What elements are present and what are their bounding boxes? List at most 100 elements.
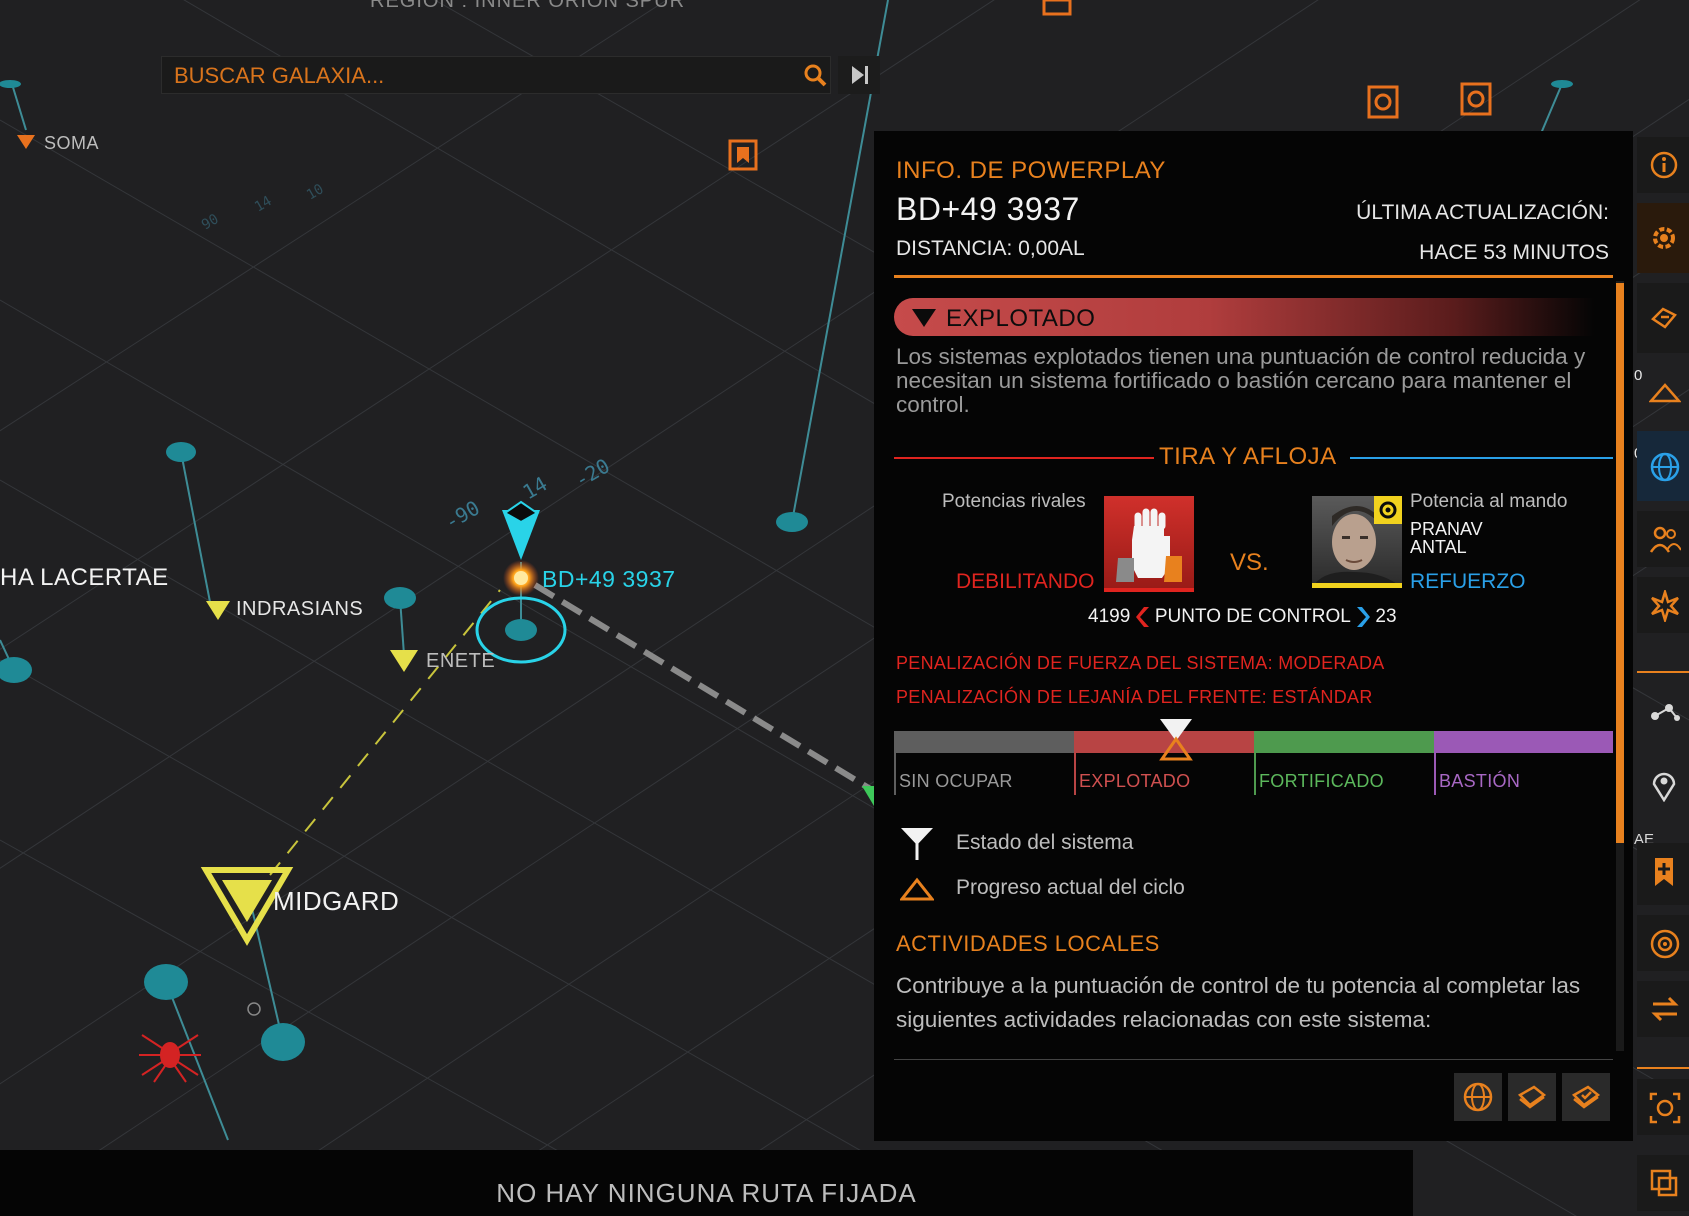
tug-of-war-title: TIRA Y AFLOJA	[1159, 443, 1337, 470]
system-label-ha-lacertae[interactable]: HA LACERTAE	[0, 564, 169, 592]
sidebar-target-button[interactable]	[1637, 915, 1689, 971]
penalty-system-strength: PENALIZACIÓN DE FUERZA DEL SISTEMA: MODE…	[896, 653, 1385, 673]
target-icon	[1650, 929, 1680, 959]
system-label-midgard[interactable]: MIDGARD	[273, 886, 399, 917]
state-segment-unoccupied	[894, 731, 1074, 753]
crosshair-icon	[1649, 1092, 1681, 1124]
skip-end-icon	[852, 66, 868, 84]
control-points-ruler: 23	[1375, 606, 1397, 627]
legend-cycle-progress: Progreso actual del ciclo	[956, 876, 1185, 899]
globe-icon	[1463, 1082, 1493, 1112]
versus-label: VS.	[1230, 549, 1269, 576]
penalty-frontline-distance: PENALIZACIÓN DE LEJANÍA DEL FRENTE: ESTÁ…	[896, 687, 1373, 707]
book-icon	[1517, 1085, 1547, 1109]
map-filter-sidebar: 0 0 AE	[1634, 131, 1689, 1216]
rival-state: DEBILITANDO	[956, 570, 1095, 593]
info-icon	[1650, 151, 1678, 179]
sidebar-galaxy-button[interactable]	[1637, 431, 1689, 501]
galaxy-view-button[interactable]	[1454, 1073, 1502, 1121]
map-pin-icon	[1652, 772, 1676, 802]
state-label-fortified: FORTIFICADO	[1259, 771, 1384, 791]
last-update-label: ÚLTIMA ACTUALIZACIÓN:	[1356, 201, 1609, 224]
last-update-value: HACE 53 MINUTOS	[1419, 241, 1609, 264]
ruling-power-state: REFUERZO	[1410, 570, 1526, 593]
export-icon	[1650, 1169, 1678, 1197]
sidebar-bookmarks-button[interactable]	[1637, 843, 1689, 905]
control-points-row: 4199 PUNTO DE CONTROL 23	[1088, 606, 1397, 628]
book-check-icon	[1571, 1085, 1601, 1109]
skip-to-end-button[interactable]	[838, 56, 880, 94]
burst-icon	[1651, 590, 1679, 622]
raised-fist-icon	[1116, 508, 1182, 582]
state-segment-fortified	[1254, 731, 1434, 753]
sidebar-location-button[interactable]	[1637, 757, 1689, 813]
sidebar-focus-button[interactable]	[1637, 1079, 1689, 1135]
control-state-bar: SIN OCUPAR EXPLOTADO FORTIFICADO BASTIÓN	[894, 719, 1613, 795]
chevron-left-icon	[1135, 607, 1149, 627]
ruling-power-portrait[interactable]	[1312, 496, 1402, 588]
route-status-text: NO HAY NINGUNA RUTA FIJADA	[496, 1178, 917, 1208]
system-state-banner: EXPLOTADO	[894, 298, 1594, 336]
cycle-progress-legend-icon	[900, 877, 934, 901]
sidebar-route-button[interactable]	[1637, 283, 1689, 353]
control-points-label: PUNTO DE CONTROL	[1154, 606, 1351, 627]
state-label-stronghold: BASTIÓN	[1439, 771, 1521, 791]
sidebar-powerplay-button[interactable]	[1637, 203, 1689, 273]
system-label-enete[interactable]: ENETE	[426, 650, 495, 673]
sidebar-trade-button[interactable]	[1637, 981, 1689, 1037]
local-activities-title: ACTIVIDADES LOCALES	[896, 931, 1160, 956]
system-label-soma[interactable]: SOMA	[44, 133, 99, 154]
search-input[interactable]	[172, 61, 776, 91]
ruling-gear-icon	[1374, 496, 1402, 524]
powerplay-info-panel: INFO. DE POWERPLAY BD+49 3937 DISTANCIA:…	[874, 131, 1633, 1141]
state-segment-stronghold	[1434, 731, 1613, 753]
bookmark-add-icon	[1655, 858, 1673, 886]
system-label-selected[interactable]: BD+49 3937	[542, 566, 676, 593]
tent-icon	[1649, 383, 1681, 403]
header-divider	[894, 275, 1613, 278]
panel-title: INFO. DE POWERPLAY	[896, 157, 1166, 184]
tug-divider-left	[894, 457, 1154, 459]
distance-readout: DISTANCIA: 0,00AL	[896, 237, 1085, 261]
activities-divider	[894, 1059, 1613, 1060]
chevron-right-icon	[1357, 607, 1371, 627]
search-icon[interactable]	[802, 62, 828, 88]
region-label: REGION : INNER ORION SPUR	[370, 0, 686, 12]
sidebar-export-button[interactable]	[1637, 1155, 1689, 1211]
local-activities-description: Contribuye a la puntuación de control de…	[896, 973, 1581, 1032]
distance-label: DISTANCIA:	[896, 237, 1013, 260]
system-state-marker-icon	[1159, 719, 1193, 761]
users-icon	[1649, 526, 1681, 553]
codex-button[interactable]	[1508, 1073, 1556, 1121]
route-status-bar: NO HAY NINGUNA RUTA FIJADA	[0, 1150, 1413, 1216]
control-points-rival: 4199	[1088, 606, 1131, 627]
rival-powers-label: Potencias rivales	[942, 491, 1086, 512]
state-triangle-icon	[912, 309, 936, 327]
sidebar-combat-button[interactable]	[1637, 577, 1689, 633]
tug-divider-right	[1350, 457, 1613, 459]
system-state-legend-icon	[901, 828, 933, 860]
distance-value: 0,00AL	[1018, 237, 1085, 260]
swap-arrows-icon	[1651, 996, 1679, 1022]
sidebar-info-button[interactable]	[1637, 137, 1689, 193]
rival-powers-emblem[interactable]	[1104, 496, 1194, 592]
selected-system-dot[interactable]	[505, 619, 537, 641]
blue-globe-icon	[1650, 452, 1680, 482]
legend-system-state: Estado del sistema	[956, 831, 1134, 854]
powerplay-gear-icon	[1653, 227, 1675, 249]
galaxy-search[interactable]	[161, 56, 831, 94]
state-label-exploited: EXPLOTADO	[1079, 771, 1191, 791]
sidebar-exploration-button[interactable]	[1637, 357, 1689, 427]
sidebar-links-button[interactable]	[1637, 683, 1689, 739]
ruling-power-name: PRANAV ANTAL	[1410, 519, 1483, 557]
system-label-indrasians[interactable]: INDRASIANS	[236, 598, 363, 621]
route-icon	[1651, 307, 1677, 329]
panel-scrollbar-thumb[interactable]	[1616, 283, 1624, 843]
state-label-unoccupied: SIN OCUPAR	[899, 771, 1013, 791]
state-description: Los sistemas explotados tienen una puntu…	[896, 344, 1586, 417]
system-state: EXPLOTADO	[946, 305, 1096, 332]
panel-system-name: BD+49 3937	[896, 191, 1080, 227]
network-icon	[1651, 704, 1680, 721]
sidebar-social-button[interactable]	[1637, 511, 1689, 567]
missions-button[interactable]	[1562, 1073, 1610, 1121]
